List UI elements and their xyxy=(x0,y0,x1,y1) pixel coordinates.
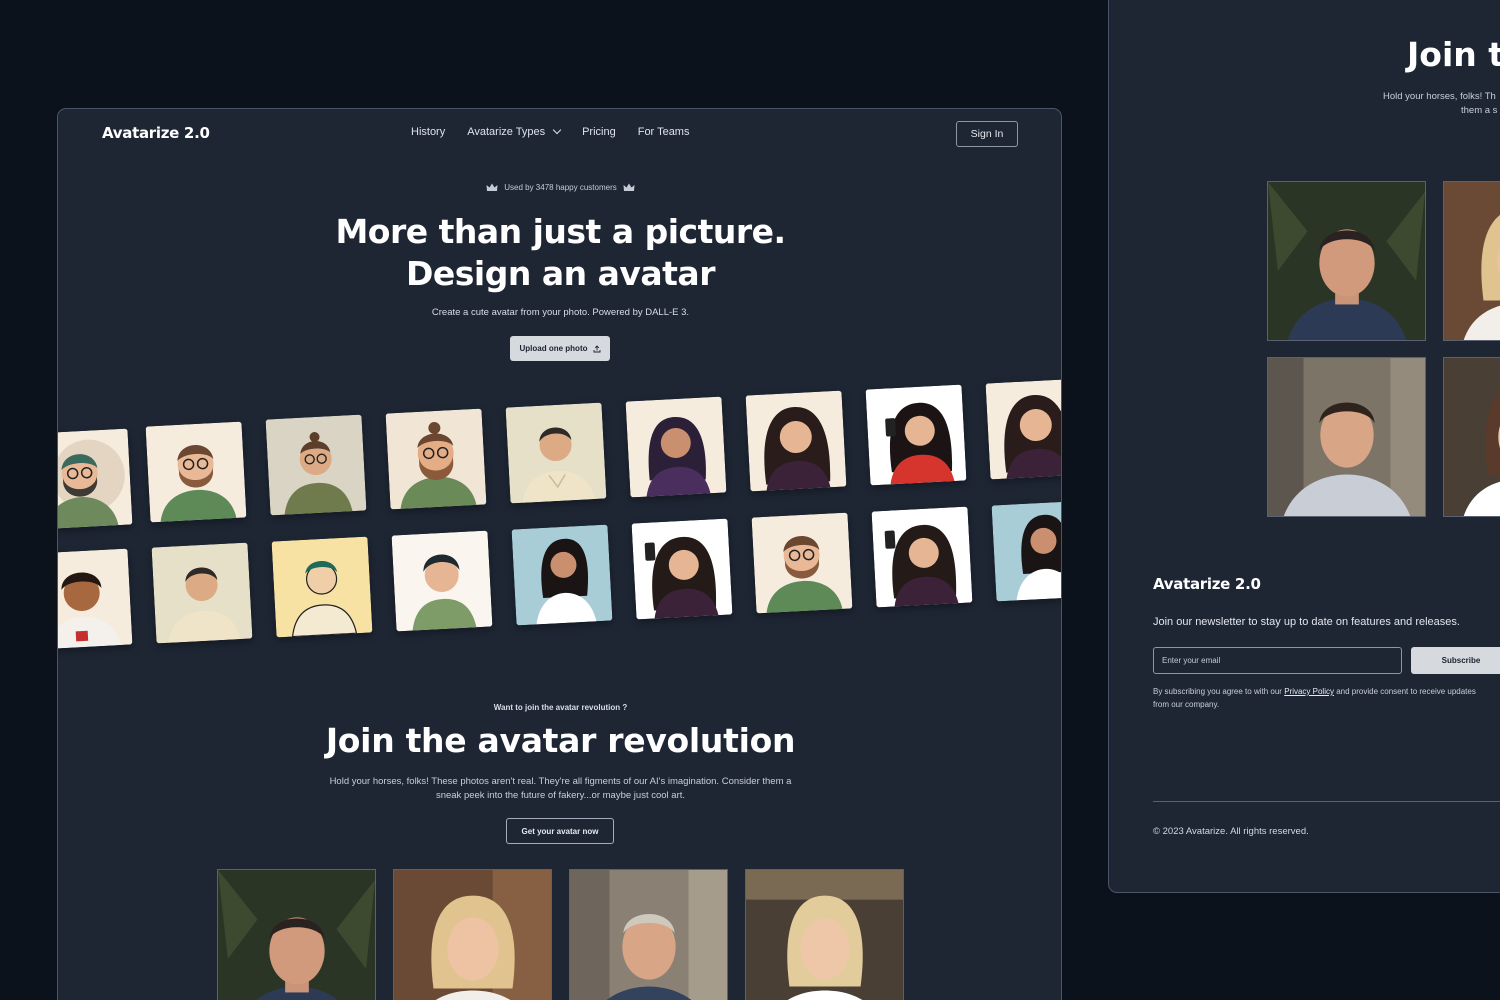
portrait-photo xyxy=(393,869,552,1000)
secondary-window: Join t Hold your horses, folks! Th them … xyxy=(1108,0,1500,893)
privacy-policy-link[interactable]: Privacy Policy xyxy=(1284,687,1334,696)
avatar-card xyxy=(631,518,733,620)
copyright-text: © 2023 Avatarize. All rights reserved. xyxy=(1153,826,1309,837)
avatar-card xyxy=(385,408,487,510)
avatar-card xyxy=(865,384,967,486)
join-eyebrow: Want to join the avatar revolution ? xyxy=(493,703,628,712)
avatar-card xyxy=(145,421,247,523)
consent-before: By subscribing you agree to with our xyxy=(1153,687,1285,696)
footer-brand-logo[interactable]: Avatarize 2.0 xyxy=(1153,575,1261,593)
avatar-card xyxy=(745,390,847,492)
chevron-down-icon xyxy=(552,125,562,135)
hero-subtitle: Create a cute avatar from your photo. Po… xyxy=(431,307,690,318)
subscribe-button[interactable]: Subscribe xyxy=(1411,647,1500,674)
avatar-card xyxy=(985,378,1061,480)
nav-avatarize-types[interactable]: Avatarize Types xyxy=(467,125,562,138)
crown-icon xyxy=(623,183,635,192)
footer-divider xyxy=(1153,801,1500,802)
portrait-photo xyxy=(1267,357,1426,517)
side-subtitle-line2: them a s xyxy=(1461,105,1498,116)
avatar-card xyxy=(991,500,1061,602)
top-nav: History Avatarize Types Pricing For Team… xyxy=(411,125,690,138)
nav-history[interactable]: History xyxy=(411,126,445,138)
avatar-card xyxy=(58,428,133,530)
avatar-card xyxy=(511,524,613,626)
avatar-card xyxy=(391,530,493,632)
avatar-card xyxy=(151,542,253,644)
nav-for-teams[interactable]: For Teams xyxy=(638,126,690,138)
side-subtitle-line1: Hold your horses, folks! Th xyxy=(1383,91,1496,102)
portrait-photo xyxy=(745,869,904,1000)
avatar-card xyxy=(505,402,607,504)
get-avatar-button[interactable]: Get your avatar now xyxy=(506,818,614,844)
join-title: Join the avatar revolution xyxy=(325,721,796,760)
side-join-subtitle: Hold your horses, folks! Th them a s xyxy=(1383,90,1497,118)
main-window: Avatarize 2.0 History Avatarize Types Pr… xyxy=(57,108,1062,1000)
sign-in-button[interactable]: Sign In xyxy=(956,121,1018,147)
avatar-card xyxy=(871,506,973,608)
portrait-photo xyxy=(569,869,728,1000)
portrait-photo xyxy=(217,869,376,1000)
join-subtitle: Hold your horses, folks! These photos ar… xyxy=(329,776,792,801)
newsletter-text: Join our newsletter to stay up to date o… xyxy=(1153,616,1460,628)
upload-photo-button[interactable]: Upload one photo xyxy=(510,336,610,361)
crown-icon xyxy=(486,183,498,192)
upload-photo-label: Upload one photo xyxy=(519,344,588,353)
nav-pricing[interactable]: Pricing xyxy=(582,126,616,138)
hero-title-line2: Design an avatar xyxy=(406,254,715,293)
avatar-card xyxy=(265,414,367,516)
portrait-photo xyxy=(1443,357,1500,517)
avatar-card xyxy=(751,512,853,614)
hero-title-line1: More than just a picture. xyxy=(335,212,786,251)
avatar-card xyxy=(58,548,133,650)
hero-title: More than just a picture. Design an avat… xyxy=(58,211,1061,295)
brand-logo[interactable]: Avatarize 2.0 xyxy=(102,124,210,142)
consent-text: By subscribing you agree to with our Pri… xyxy=(1153,685,1493,711)
avatar-card xyxy=(271,536,373,638)
email-input[interactable] xyxy=(1153,647,1402,674)
customer-badge: Used by 3478 happy customers xyxy=(58,183,1061,192)
avatar-card xyxy=(625,396,727,498)
upload-icon xyxy=(593,344,600,352)
nav-avatarize-types-label: Avatarize Types xyxy=(467,126,546,138)
portrait-photo xyxy=(1267,181,1426,341)
portrait-photo xyxy=(1443,181,1500,341)
customer-badge-text: Used by 3478 happy customers xyxy=(504,183,617,192)
side-join-title: Join t xyxy=(1407,35,1500,74)
